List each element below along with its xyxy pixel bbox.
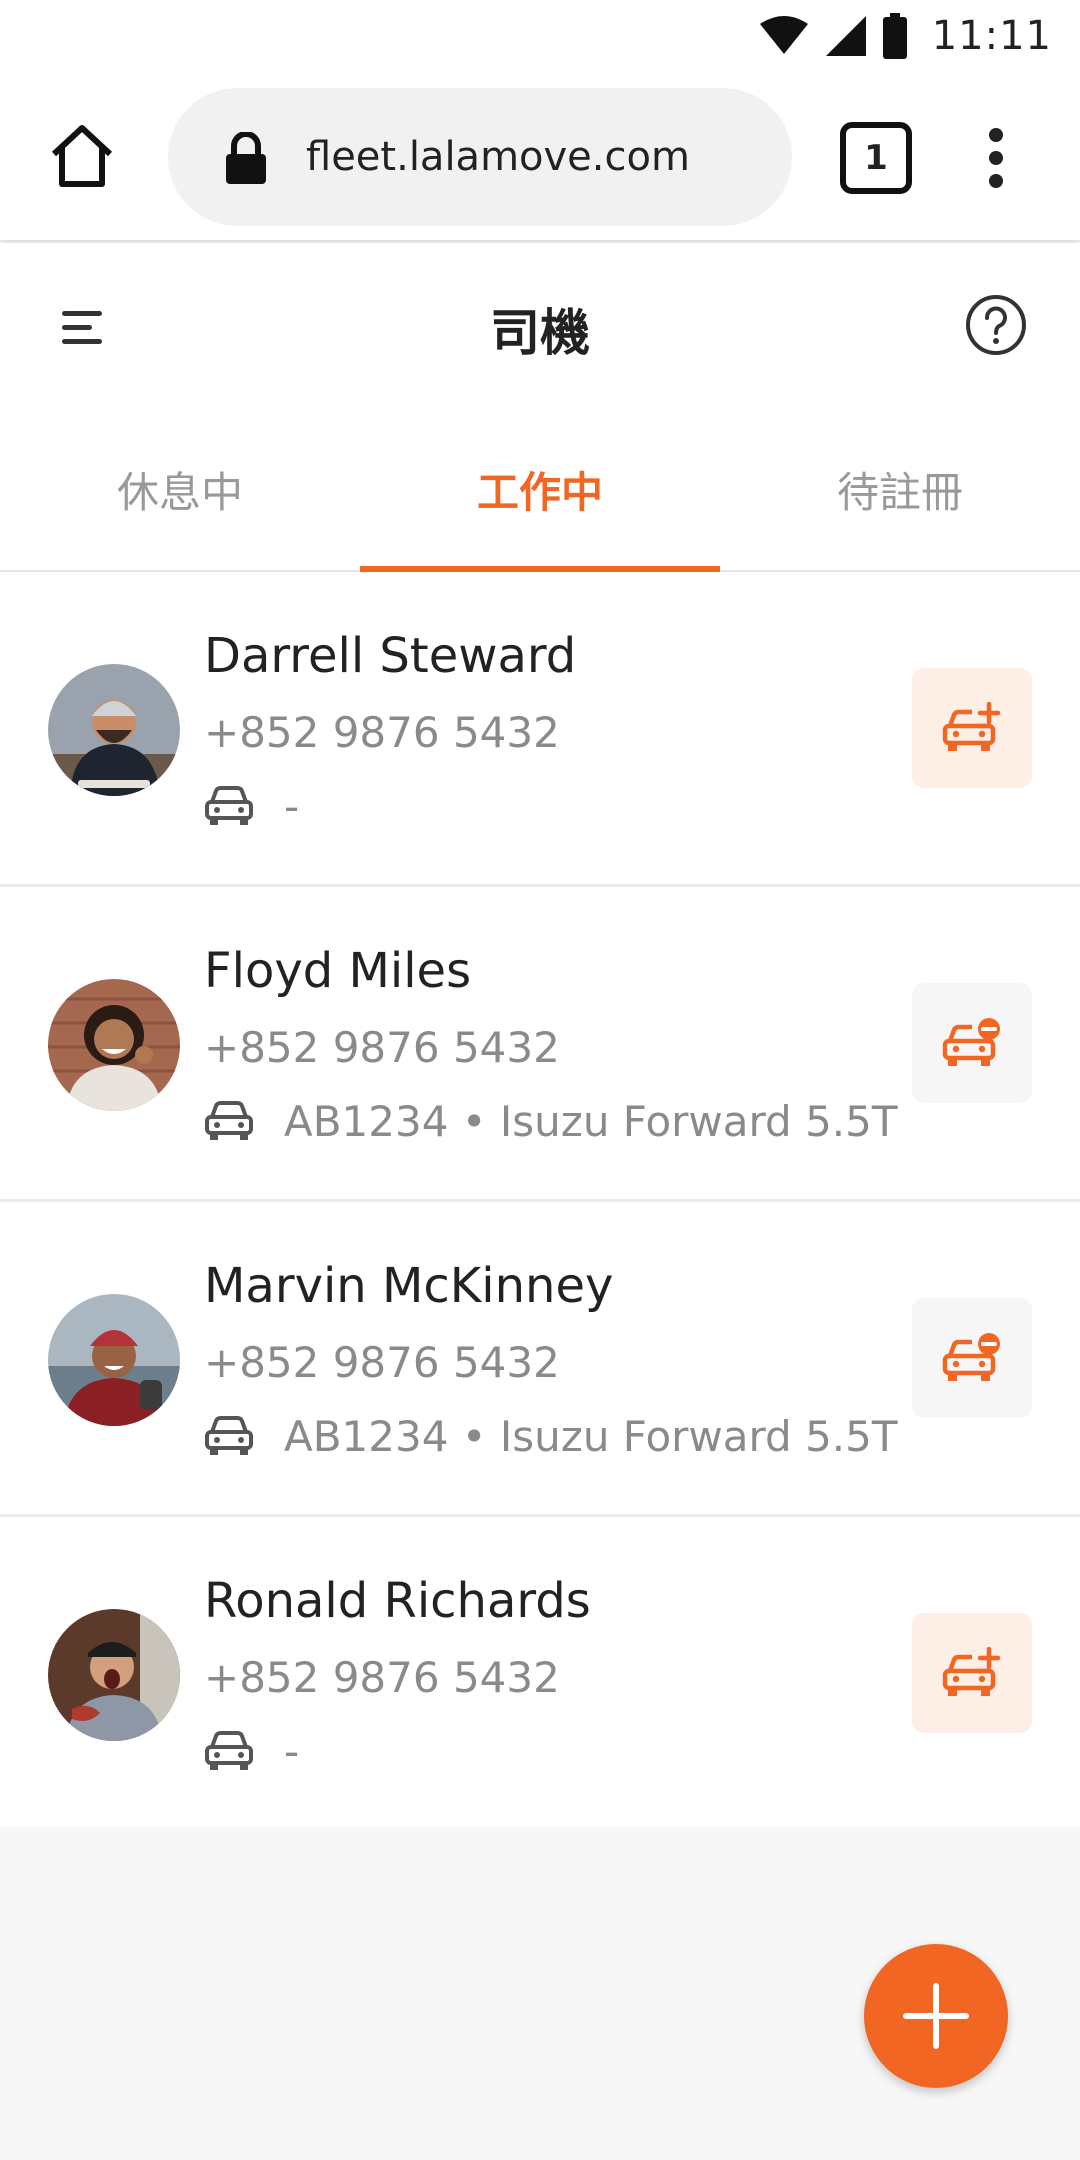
help-icon[interactable] <box>964 293 1028 357</box>
tab-working[interactable]: 工作中 <box>360 423 720 572</box>
driver-name: Marvin McKinney <box>204 1258 614 1314</box>
vehicle-info: - <box>204 1723 299 1779</box>
driver-phone: +852 9876 5432 <box>204 1653 560 1702</box>
vehicle-info: - <box>204 778 299 834</box>
status-time: 11:11 <box>931 13 1052 59</box>
url-text: fleet.lalamove.com <box>306 134 690 180</box>
address-bar[interactable]: fleet.lalamove.com <box>168 88 792 226</box>
driver-phone: +852 9876 5432 <box>204 708 560 757</box>
list-item[interactable]: Marvin McKinney +852 9876 5432 AB1234 • … <box>0 1202 1080 1517</box>
remove-vehicle-button[interactable] <box>912 1298 1032 1418</box>
avatar <box>48 1294 180 1426</box>
status-tabs: 休息中 工作中 待註冊 <box>0 423 1080 572</box>
avatar <box>48 664 180 796</box>
vehicle-text: - <box>284 1726 300 1776</box>
lock-icon <box>226 132 266 184</box>
avatar <box>48 979 180 1111</box>
browser-toolbar: fleet.lalamove.com 1 <box>0 72 1080 240</box>
driver-name: Floyd Miles <box>204 943 472 999</box>
list-item[interactable]: Darrell Steward +852 9876 5432 - <box>0 572 1080 887</box>
car-icon <box>205 1731 253 1770</box>
car-add-icon <box>942 1647 1001 1696</box>
car-remove-icon <box>942 1333 1000 1381</box>
list-item[interactable]: Floyd Miles +852 9876 5432 AB1234 • Isuz… <box>0 887 1080 1202</box>
vehicle-text: AB1234 • Isuzu Forward 5.5T <box>284 1411 898 1461</box>
signal-icon <box>825 16 866 56</box>
driver-phone: +852 9876 5432 <box>204 1338 560 1387</box>
assign-vehicle-button[interactable] <box>912 668 1032 788</box>
plus-icon <box>903 1983 969 2049</box>
list-item[interactable]: Ronald Richards +852 9876 5432 - <box>0 1517 1080 1827</box>
car-add-icon <box>942 702 1001 751</box>
tab-switcher-button[interactable]: 1 <box>840 122 912 194</box>
more-options-icon[interactable] <box>976 122 1016 194</box>
assign-vehicle-button[interactable] <box>912 1613 1032 1733</box>
page-title: 司機 <box>490 304 590 362</box>
status-bar: 11:11 <box>0 0 1080 72</box>
car-icon <box>205 1416 253 1455</box>
vehicle-text: AB1234 • Isuzu Forward 5.5T <box>284 1096 898 1146</box>
battery-icon <box>882 13 907 59</box>
app-header: 司機 休息中 工作中 待註冊 <box>0 243 1080 572</box>
vehicle-info: AB1234 • Isuzu Forward 5.5T <box>204 1093 898 1149</box>
tab-resting[interactable]: 休息中 <box>0 423 360 570</box>
tab-pending-registration[interactable]: 待註冊 <box>720 423 1080 570</box>
add-driver-button[interactable] <box>864 1944 1008 2088</box>
driver-name: Darrell Steward <box>204 628 577 684</box>
driver-name: Ronald Richards <box>204 1573 591 1629</box>
home-icon[interactable] <box>48 122 116 190</box>
wifi-icon <box>759 16 808 54</box>
driver-list: Darrell Steward +852 9876 5432 - Floyd M… <box>0 572 1080 1827</box>
vehicle-info: AB1234 • Isuzu Forward 5.5T <box>204 1408 898 1464</box>
car-icon <box>205 1101 253 1140</box>
driver-phone: +852 9876 5432 <box>204 1023 560 1072</box>
vehicle-text: - <box>284 781 300 831</box>
avatar <box>48 1609 180 1741</box>
car-icon <box>205 786 253 825</box>
remove-vehicle-button[interactable] <box>912 983 1032 1103</box>
car-remove-icon <box>942 1018 1000 1066</box>
